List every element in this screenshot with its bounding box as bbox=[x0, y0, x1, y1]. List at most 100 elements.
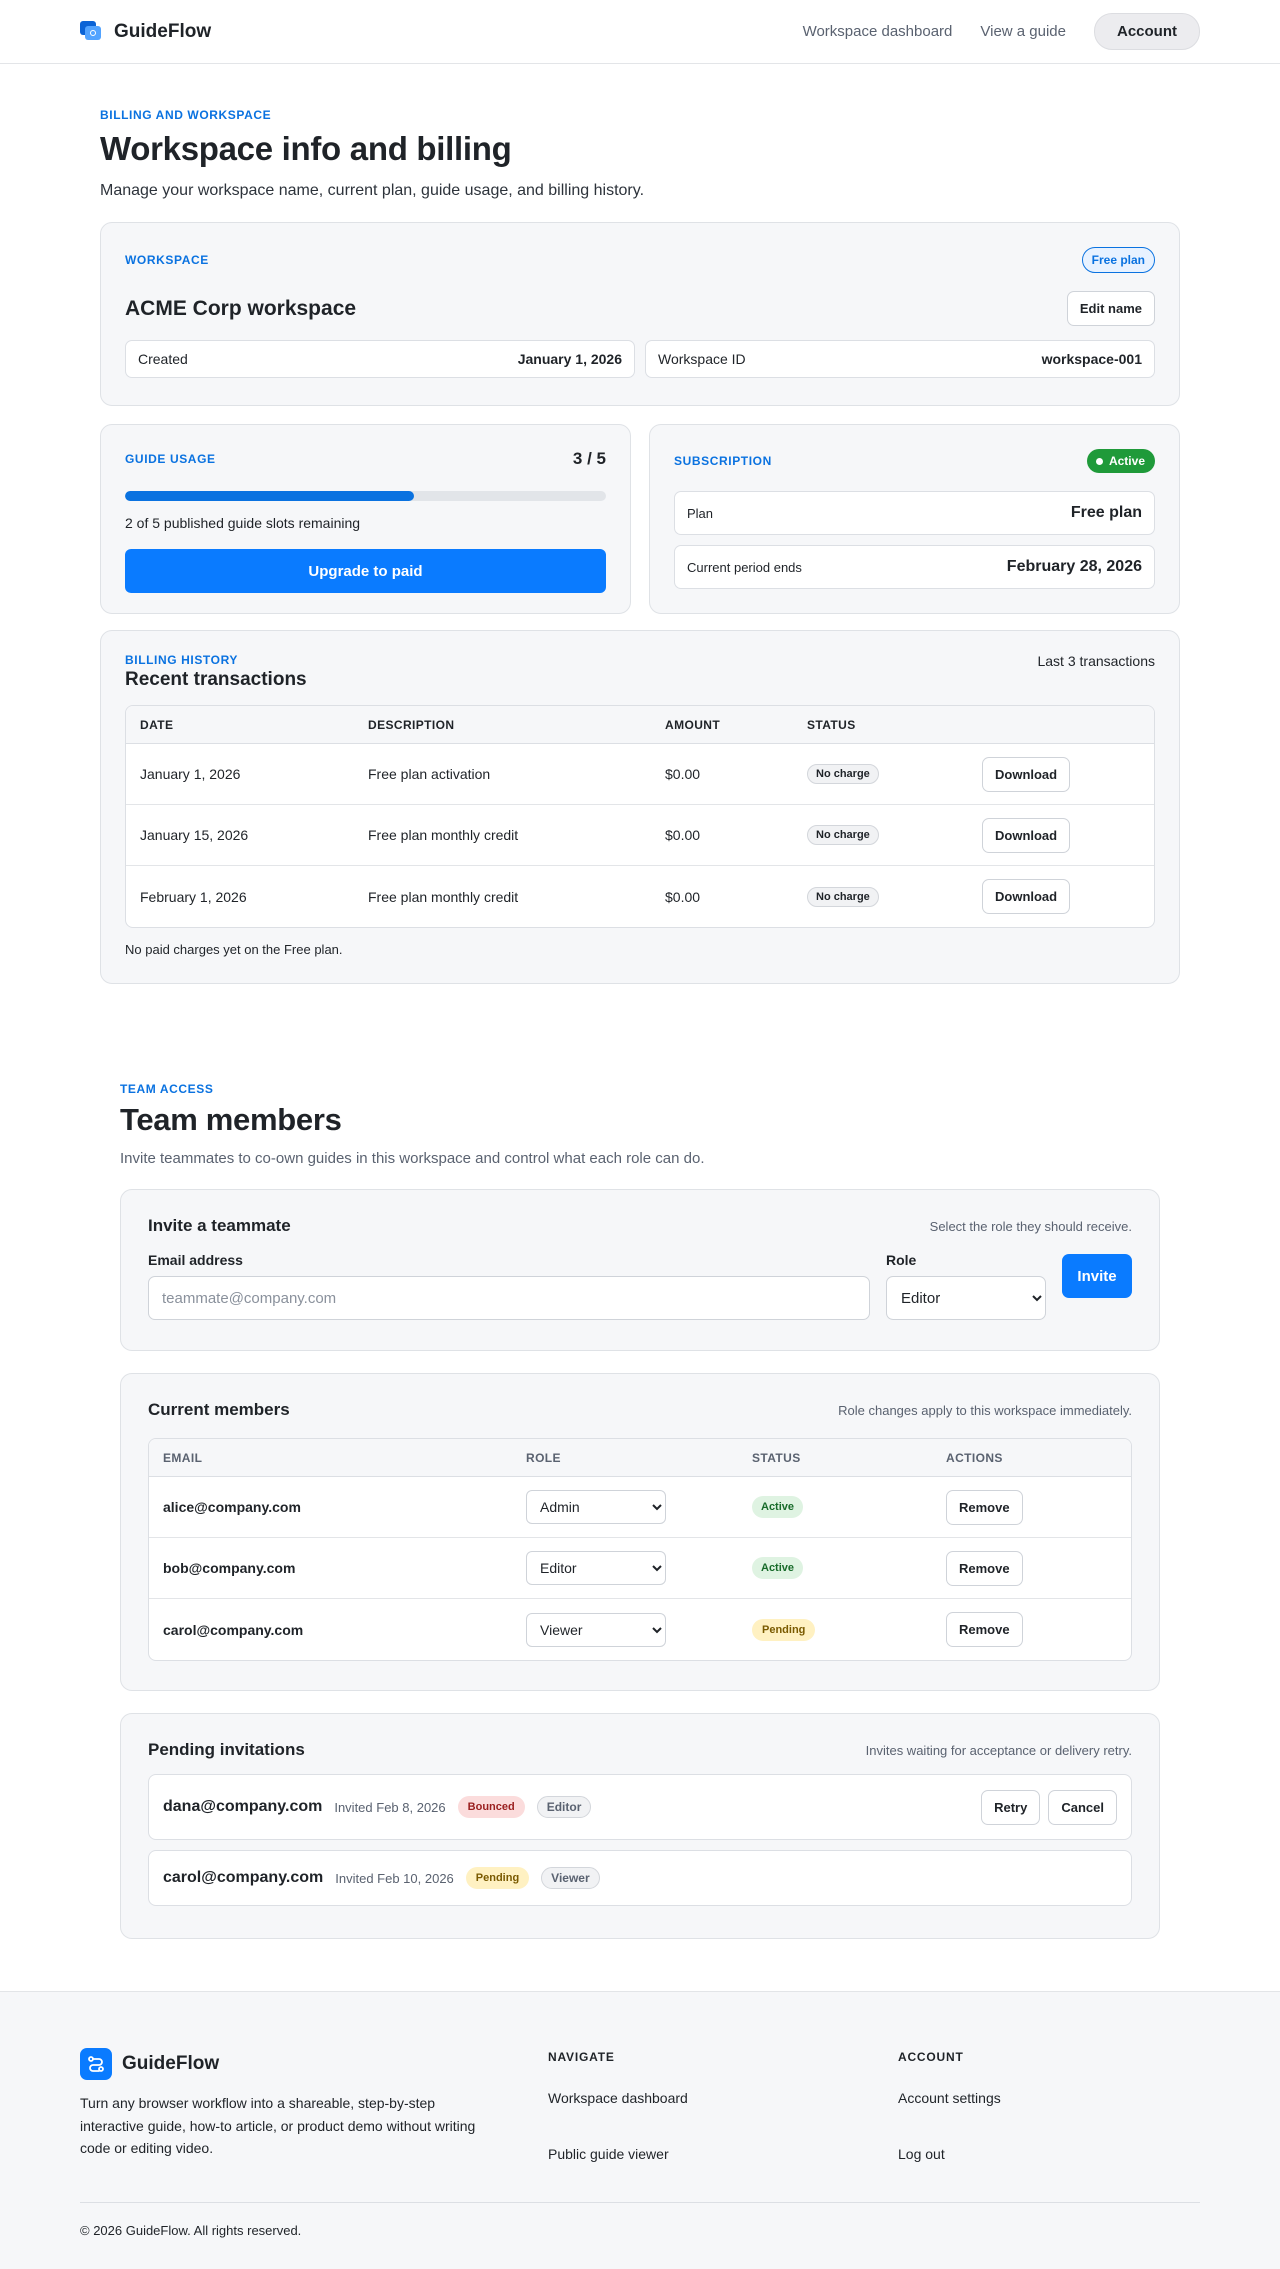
invite-title: Invite a teammate bbox=[148, 1216, 291, 1235]
retry-button[interactable]: Retry bbox=[981, 1789, 1041, 1825]
team-eyebrow: Team access bbox=[120, 1082, 214, 1096]
role-badge: Viewer bbox=[541, 1867, 600, 1889]
column-email: Email bbox=[163, 1450, 203, 1465]
download-button[interactable]: Download bbox=[982, 817, 1071, 853]
upgrade-button[interactable]: Upgrade to paid bbox=[125, 549, 606, 593]
subscription-label: Subscription bbox=[674, 454, 772, 468]
footer-brand[interactable]: GuideFlow bbox=[80, 2048, 548, 2080]
footer-link-account-settings[interactable]: Account settings bbox=[898, 2090, 1200, 2106]
footer-brand-name: GuideFlow bbox=[122, 2053, 220, 2074]
status-badge: Active bbox=[752, 1496, 804, 1518]
workspace-id-info: Workspace ID workspace-001 bbox=[645, 340, 1155, 378]
edit-name-button[interactable]: Edit name bbox=[1066, 291, 1155, 326]
billing-history-title: Recent transactions bbox=[125, 669, 307, 690]
remove-button[interactable]: Remove bbox=[946, 1489, 1023, 1525]
period-label: Current period ends bbox=[687, 559, 802, 575]
workspace-card: Workspace Free plan ACME Corp workspace … bbox=[100, 222, 1180, 406]
invite-form: Email address Role Editor Invite bbox=[148, 1252, 1132, 1320]
footer-link-log-out[interactable]: Log out bbox=[898, 2146, 1200, 2162]
created-value: January 1, 2026 bbox=[517, 351, 622, 367]
member-role-select[interactable]: Viewer bbox=[526, 1612, 666, 1647]
download-button[interactable]: Download bbox=[982, 756, 1071, 792]
pending-hint: Invites waiting for acceptance or delive… bbox=[865, 1742, 1132, 1758]
guide-usage-note: 2 of 5 published guide slots remaining bbox=[125, 515, 361, 531]
status-badge: Active bbox=[752, 1557, 804, 1579]
members-hint: Role changes apply to this workspace imm… bbox=[838, 1402, 1132, 1418]
page-subtitle: Manage your workspace name, current plan… bbox=[100, 182, 645, 199]
member-email: alice@company.com bbox=[163, 1499, 301, 1515]
billing-eyebrow: Billing and workspace bbox=[100, 108, 272, 122]
status-badge: Bounced bbox=[457, 1796, 525, 1818]
transaction-description: Free plan monthly credit bbox=[368, 888, 519, 905]
main-nav: Workspace dashboard View a guide Account bbox=[803, 13, 1200, 50]
guide-usage-progress bbox=[125, 491, 606, 501]
account-button[interactable]: Account bbox=[1094, 13, 1200, 50]
invite-role-select[interactable]: Editor bbox=[886, 1276, 1046, 1320]
download-button[interactable]: Download bbox=[982, 879, 1071, 914]
guide-usage-progress-fill bbox=[125, 491, 414, 501]
footer-link-public-guide-viewer[interactable]: Public guide viewer bbox=[548, 2146, 898, 2162]
column-date: Date bbox=[140, 717, 174, 732]
footer-copyright: © 2026 GuideFlow. All rights reserved. bbox=[80, 2223, 302, 2238]
table-row: January 15, 2026 Free plan monthly credi… bbox=[126, 805, 1154, 866]
team-section: Team access Team members Invite teammate… bbox=[120, 984, 1160, 1939]
guide-usage-count: 3 / 5 bbox=[572, 449, 606, 468]
period-row: Current period ends February 28, 2026 bbox=[674, 545, 1155, 589]
status-badge: No charge bbox=[807, 764, 879, 784]
member-email: bob@company.com bbox=[163, 1560, 296, 1576]
table-row: January 1, 2026 Free plan activation $0.… bbox=[126, 744, 1154, 805]
footer-link-workspace-dashboard[interactable]: Workspace dashboard bbox=[548, 2090, 898, 2106]
footer: GuideFlow Turn any browser workflow into… bbox=[0, 1991, 1280, 2269]
members-card: Current members Role changes apply to th… bbox=[120, 1373, 1160, 1691]
column-actions: Actions bbox=[946, 1450, 1003, 1465]
column-status: Status bbox=[807, 717, 856, 732]
billing-history-label: Billing history bbox=[125, 653, 239, 667]
team-title: Team members bbox=[120, 1102, 342, 1137]
transactions-count: Last 3 transactions bbox=[1037, 653, 1155, 669]
cancel-button[interactable]: Cancel bbox=[1048, 1789, 1117, 1825]
members-table: Email Role Status Actions alice@company.… bbox=[148, 1438, 1132, 1661]
list-item: carol@company.com Invited Feb 10, 2026 P… bbox=[148, 1850, 1132, 1906]
transaction-amount: $0.00 bbox=[665, 827, 701, 843]
list-item: dana@company.com Invited Feb 8, 2026 Bou… bbox=[148, 1774, 1132, 1840]
invite-hint: Select the role they should receive. bbox=[929, 1218, 1132, 1234]
status-badge: No charge bbox=[807, 825, 879, 845]
billing-footnote: No paid charges yet on the Free plan. bbox=[125, 942, 343, 957]
guide-usage-label: Guide usage bbox=[125, 452, 216, 466]
member-role-select[interactable]: Editor bbox=[526, 1551, 666, 1585]
plan-value: Free plan bbox=[1070, 504, 1142, 521]
billing-history-card: Billing history Recent transactions Last… bbox=[100, 630, 1180, 984]
plan-row: Plan Free plan bbox=[674, 491, 1155, 535]
remove-button[interactable]: Remove bbox=[946, 1550, 1023, 1586]
top-navigation: GuideFlow Workspace dashboard View a gui… bbox=[0, 0, 1280, 64]
member-role-select[interactable]: Admin bbox=[526, 1490, 666, 1524]
status-badge: No charge bbox=[807, 886, 879, 907]
column-amount: Amount bbox=[665, 717, 721, 732]
guideflow-logo-icon bbox=[80, 20, 102, 43]
workspace-name: ACME Corp workspace bbox=[125, 296, 357, 320]
brand[interactable]: GuideFlow bbox=[80, 20, 212, 43]
table-row: carol@company.com Viewer Pending Remove bbox=[149, 1599, 1131, 1660]
invite-button[interactable]: Invite bbox=[1062, 1254, 1132, 1298]
transaction-description: Free plan monthly credit bbox=[368, 827, 519, 843]
created-info: Created January 1, 2026 bbox=[125, 340, 635, 378]
transaction-date: January 15, 2026 bbox=[140, 827, 249, 843]
transaction-amount: $0.00 bbox=[665, 766, 701, 782]
invite-date: Invited Feb 8, 2026 bbox=[334, 1799, 446, 1815]
nav-view-guide[interactable]: View a guide bbox=[980, 23, 1066, 40]
column-description: Description bbox=[368, 717, 455, 732]
invite-email: carol@company.com bbox=[163, 1869, 324, 1886]
table-row: bob@company.com Editor Active Remove bbox=[149, 1538, 1131, 1599]
transaction-date: January 1, 2026 bbox=[140, 766, 241, 782]
role-label: Role bbox=[886, 1252, 917, 1268]
transaction-amount: $0.00 bbox=[665, 888, 701, 905]
remove-button[interactable]: Remove bbox=[946, 1612, 1023, 1647]
guide-usage-card: Guide usage 3 / 5 2 of 5 published guide… bbox=[100, 424, 631, 614]
table-header: Date Description Amount Status bbox=[126, 706, 1154, 744]
email-label: Email address bbox=[148, 1252, 243, 1268]
email-field[interactable] bbox=[148, 1276, 870, 1320]
footer-navigate-title: Navigate bbox=[548, 2050, 615, 2064]
created-label: Created bbox=[138, 351, 188, 367]
nav-workspace-dashboard[interactable]: Workspace dashboard bbox=[803, 23, 953, 40]
brand-name: GuideFlow bbox=[114, 20, 212, 42]
